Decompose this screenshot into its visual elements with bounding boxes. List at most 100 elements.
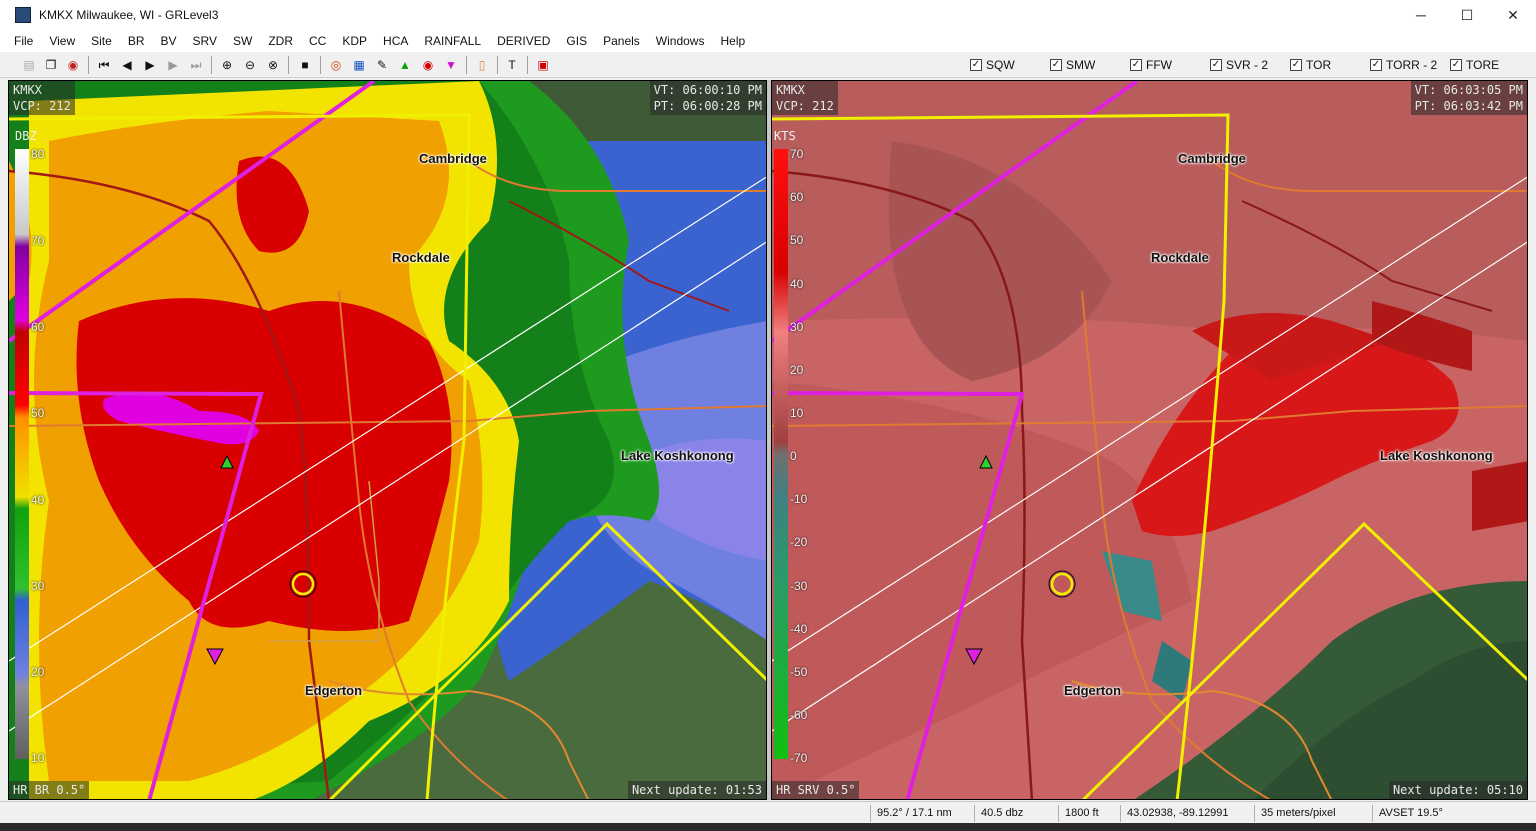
menu-windows[interactable]: Windows — [648, 34, 713, 48]
menu-help[interactable]: Help — [712, 34, 753, 48]
site-info-box: KMKX VCP: 212 — [772, 81, 838, 115]
legend-tick: 80 — [31, 147, 45, 161]
hail-icon[interactable]: ▼ — [442, 56, 460, 74]
minimize-button[interactable]: ─ — [1398, 0, 1444, 30]
legend-tick: 70 — [31, 234, 45, 248]
legend-tick: 20 — [31, 665, 45, 679]
checkbox[interactable]: ✓ — [1050, 59, 1062, 71]
legend-tick: 50 — [31, 406, 45, 420]
menu-bar: File View Site BR BV SRV SW ZDR CC KDP H… — [0, 30, 1536, 52]
city-rockdale: Rockdale — [1151, 250, 1209, 265]
product-label: HR SRV 0.5° — [772, 781, 860, 799]
note-icon[interactable]: ▯ — [473, 56, 491, 74]
toolbar-separator — [320, 56, 321, 74]
menu-panels[interactable]: Panels — [595, 34, 648, 48]
toolbar-separator — [497, 56, 498, 74]
legend-tick: 10 — [31, 751, 45, 765]
prev-frame-icon[interactable]: ◀ — [118, 56, 136, 74]
meso-icon[interactable]: ▲ — [396, 56, 414, 74]
checkbox[interactable]: ✓ — [1370, 59, 1382, 71]
copy-icon[interactable]: ❐ — [42, 56, 60, 74]
toggle-svr[interactable]: ✓ SVR - 2 — [1210, 57, 1268, 73]
legend-tick: 70 — [790, 147, 804, 161]
legend-tick: -10 — [790, 492, 808, 506]
open-icon[interactable]: ▤ — [20, 56, 38, 74]
menu-rainfall[interactable]: RAINFALL — [416, 34, 489, 48]
menu-srv[interactable]: SRV — [185, 34, 225, 48]
toggle-smw[interactable]: ✓ SMW — [1050, 57, 1095, 73]
zoom-reset-icon[interactable]: ⊗ — [264, 56, 282, 74]
toggle-sqw[interactable]: ✓ SQW — [970, 57, 1015, 73]
color-table-icon[interactable]: ◉ — [64, 56, 82, 74]
legend-tick: -30 — [790, 579, 808, 593]
first-frame-icon[interactable]: ⏮ — [95, 56, 113, 74]
site-id: KMKX — [776, 83, 805, 97]
toolbar: ▤ ❐ ◉ ⏮ ◀ ▶ ▶ ⏭ ⊕ ⊖ ⊗ ■ ◎ ▦ ✎ ▲ ◉ ▼ ▯ T … — [0, 52, 1536, 78]
checkbox[interactable]: ✓ — [1450, 59, 1462, 71]
toggle-label: TORR - 2 — [1386, 58, 1438, 72]
checkbox[interactable]: ✓ — [1130, 59, 1142, 71]
menu-br[interactable]: BR — [120, 34, 153, 48]
menu-hca[interactable]: HCA — [375, 34, 416, 48]
right-radar-panel[interactable]: KTS 70 60 50 40 30 20 10 0 -10 -20 -30 -… — [771, 80, 1528, 800]
reflectivity-map[interactable] — [9, 81, 767, 800]
zoom-out-icon[interactable]: ⊖ — [241, 56, 259, 74]
city-edgerton: Edgerton — [1064, 683, 1122, 698]
zoom-in-icon[interactable]: ⊕ — [218, 56, 236, 74]
menu-derived[interactable]: DERIVED — [489, 34, 558, 48]
menu-site[interactable]: Site — [83, 34, 120, 48]
menu-gis[interactable]: GIS — [558, 34, 595, 48]
tvs-icon[interactable]: ◉ — [419, 56, 437, 74]
toggle-label: SVR - 2 — [1226, 58, 1269, 72]
close-button[interactable]: ✕ — [1490, 0, 1536, 30]
play-icon[interactable]: ▶ — [141, 56, 159, 74]
checkbox[interactable]: ✓ — [1210, 59, 1222, 71]
city-lake-koshkonong: Lake Koshkonong — [621, 448, 734, 463]
text-tool-icon[interactable]: T — [503, 56, 521, 74]
site-id: KMKX — [13, 83, 42, 97]
legend-tick: 40 — [31, 493, 45, 507]
toggle-ffw[interactable]: ✓ FFW — [1130, 57, 1172, 73]
menu-bv[interactable]: BV — [153, 34, 185, 48]
tool-pin-icon[interactable]: ✎ — [373, 56, 391, 74]
status-resolution: 35 meters/pixel — [1254, 805, 1372, 822]
last-frame-icon[interactable]: ⏭ — [187, 56, 205, 74]
city-cambridge: Cambridge — [419, 151, 487, 166]
next-update-label: Next update: 05:10 — [1388, 781, 1527, 799]
layers-icon[interactable]: ▦ — [350, 56, 368, 74]
menu-zdr[interactable]: ZDR — [260, 34, 301, 48]
kts-color-legend — [774, 149, 788, 759]
stop-icon[interactable]: ■ — [296, 56, 314, 74]
menu-file[interactable]: File — [6, 34, 41, 48]
dbz-color-legend — [15, 149, 29, 759]
legend-tick: 10 — [790, 406, 804, 420]
legend-tick: -20 — [790, 535, 808, 549]
toggle-label: SQW — [986, 58, 1015, 72]
legend-tick: -70 — [790, 751, 808, 765]
menu-kdp[interactable]: KDP — [334, 34, 375, 48]
checkbox[interactable]: ✓ — [1290, 59, 1302, 71]
menu-view[interactable]: View — [41, 34, 83, 48]
toolbar-separator — [288, 56, 289, 74]
checkbox[interactable]: ✓ — [970, 59, 982, 71]
menu-sw[interactable]: SW — [225, 34, 260, 48]
app-icon — [15, 7, 31, 23]
left-radar-panel[interactable]: DBZ 80 70 60 50 40 30 20 10 KMKX VCP: 21… — [8, 80, 767, 800]
velocity-map[interactable] — [772, 81, 1528, 800]
menu-cc[interactable]: CC — [301, 34, 334, 48]
toggle-tore[interactable]: ✓ TORE — [1450, 57, 1499, 73]
toggle-tor[interactable]: ✓ TOR — [1290, 57, 1331, 73]
status-height: 1800 ft — [1058, 805, 1120, 822]
next-frame-icon[interactable]: ▶ — [164, 56, 182, 74]
toggle-torr[interactable]: ✓ TORR - 2 — [1370, 57, 1437, 73]
window-title: KMKX Milwaukee, WI - GRLevel3 — [39, 8, 219, 22]
city-rockdale: Rockdale — [392, 250, 450, 265]
process-time: PT: 06:00:28 PM — [653, 99, 762, 113]
product-label: HR BR 0.5° — [9, 781, 90, 799]
legend-tick: 40 — [790, 277, 804, 291]
storm-track-icon[interactable]: ◎ — [327, 56, 345, 74]
record-icon[interactable]: ▣ — [534, 56, 552, 74]
legend-tick: 60 — [31, 320, 45, 334]
maximize-button[interactable]: ☐ — [1444, 0, 1490, 30]
legend-tick: 50 — [790, 233, 804, 247]
